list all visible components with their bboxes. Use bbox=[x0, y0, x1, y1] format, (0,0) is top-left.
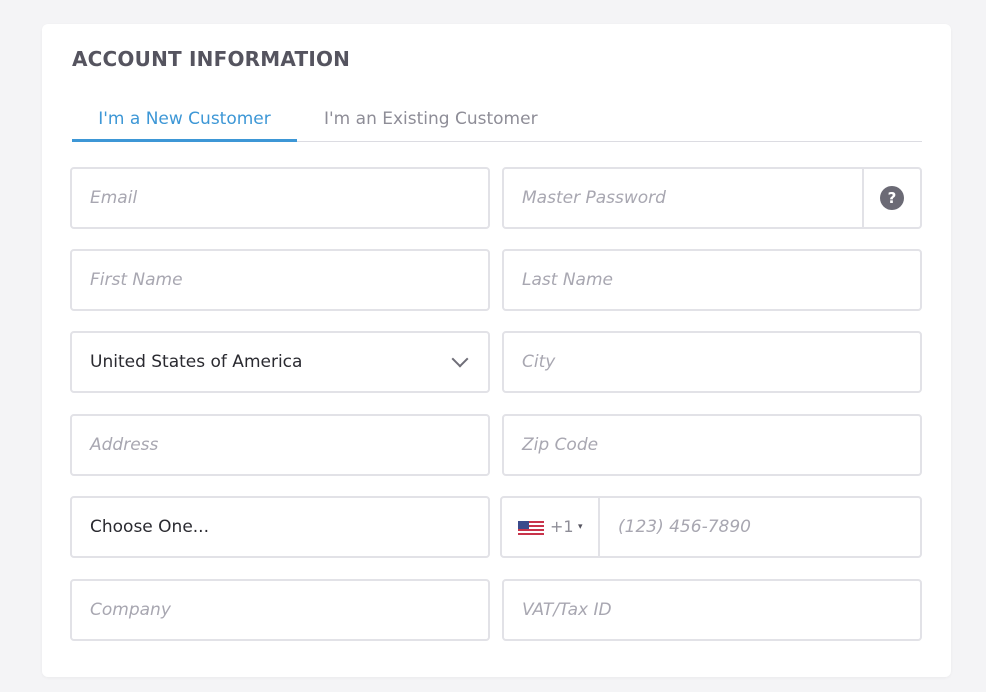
email-field[interactable]: Email bbox=[70, 167, 490, 229]
first-name-field[interactable]: First Name bbox=[70, 249, 490, 311]
zip-code-field[interactable]: Zip Code bbox=[502, 414, 922, 476]
master-password-field[interactable]: Master Password ? bbox=[502, 167, 922, 229]
last-name-placeholder: Last Name bbox=[522, 270, 613, 290]
choose-one-select[interactable]: Choose One... bbox=[70, 496, 490, 558]
company-placeholder: Company bbox=[90, 600, 171, 620]
account-information-card: ACCOUNT INFORMATION I'm a New Customer I… bbox=[42, 24, 951, 677]
tab-new-customer[interactable]: I'm a New Customer bbox=[72, 104, 297, 142]
country-select[interactable]: United States of America bbox=[70, 331, 490, 393]
section-title: ACCOUNT INFORMATION bbox=[72, 47, 351, 71]
city-placeholder: City bbox=[522, 352, 556, 372]
city-field[interactable]: City bbox=[502, 331, 922, 393]
address-placeholder: Address bbox=[90, 435, 159, 455]
choose-one-value: Choose One... bbox=[90, 517, 209, 537]
question-circle-icon: ? bbox=[880, 186, 904, 210]
company-field[interactable]: Company bbox=[70, 579, 490, 641]
chevron-down-icon bbox=[451, 350, 469, 368]
email-placeholder: Email bbox=[90, 188, 138, 208]
master-password-placeholder: Master Password bbox=[522, 188, 666, 208]
tab-existing-customer[interactable]: I'm an Existing Customer bbox=[324, 104, 538, 142]
phone-placeholder: (123) 456-7890 bbox=[618, 517, 751, 537]
vat-tax-id-placeholder: VAT/Tax ID bbox=[522, 600, 612, 620]
caret-down-icon: ▾ bbox=[578, 522, 583, 532]
country-value: United States of America bbox=[90, 352, 303, 372]
password-help-button[interactable]: ? bbox=[862, 169, 920, 227]
phone-field[interactable]: +1 ▾ (123) 456-7890 bbox=[500, 496, 922, 558]
address-field[interactable]: Address bbox=[70, 414, 490, 476]
vat-tax-id-field[interactable]: VAT/Tax ID bbox=[502, 579, 922, 641]
customer-type-tabs: I'm a New Customer I'm an Existing Custo… bbox=[72, 104, 922, 142]
country-code-dropdown[interactable]: +1 ▾ bbox=[502, 498, 600, 556]
us-flag-icon bbox=[518, 521, 544, 535]
first-name-placeholder: First Name bbox=[90, 270, 183, 290]
last-name-field[interactable]: Last Name bbox=[502, 249, 922, 311]
dial-code: +1 bbox=[550, 517, 574, 536]
zip-code-placeholder: Zip Code bbox=[522, 435, 599, 455]
